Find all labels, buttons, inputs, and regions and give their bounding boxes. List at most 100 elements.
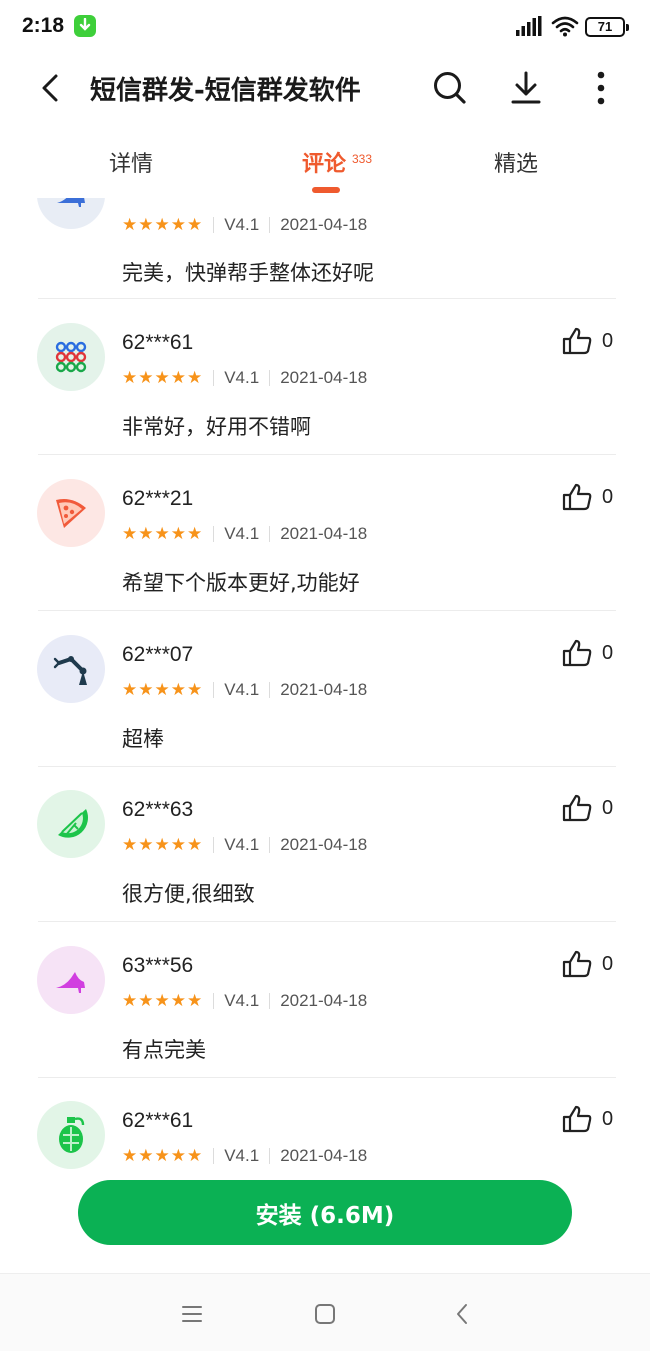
review-text: 有点完美 <box>122 1038 206 1062</box>
review-text: 希望下个版本更好,功能好 <box>122 571 360 595</box>
thumbs-up-icon <box>562 639 592 667</box>
like-count: 0 <box>602 796 614 819</box>
rating-stars: ★★★★★ <box>122 1146 204 1166</box>
menu-icon <box>182 1306 202 1322</box>
review-username: 62***21 <box>122 487 194 510</box>
like-button[interactable]: 0 <box>562 794 613 822</box>
signal-icon <box>516 16 542 40</box>
like-count: 0 <box>602 641 614 664</box>
list-item: 63***56 0 ★★★★★ V4.1 2021-04-18 有点完美 <box>0 922 650 1078</box>
install-button[interactable]: 安装 (6.6M) <box>78 1180 572 1245</box>
review-username: 62***61 <box>122 331 194 354</box>
list-item: ★★★★★ V4.1 2021-04-18 完美，快弹帮手整体还好呢 <box>0 198 650 299</box>
review-date: 2021-04-18 <box>280 680 368 699</box>
list-item: 62***21 0 ★★★★★ V4.1 2021-04-18 希望下个版本更好… <box>0 455 650 611</box>
thumbs-up-icon <box>562 1105 592 1133</box>
review-meta: ★★★★★ V4.1 2021-04-18 <box>122 679 367 701</box>
status-time: 2:18 <box>22 14 65 37</box>
thumbs-up-icon <box>562 483 592 511</box>
robot-arm-icon <box>37 635 105 703</box>
tab-details[interactable]: 详情 <box>109 146 153 178</box>
rating-stars: ★★★★★ <box>122 524 204 544</box>
back-chevron-icon <box>457 1304 467 1324</box>
rating-stars: ★★★★★ <box>122 991 204 1011</box>
thumbs-up-icon <box>562 327 592 355</box>
list-item: 62***07 0 ★★★★★ V4.1 2021-04-18 超棒 <box>0 611 650 767</box>
review-date: 2021-04-18 <box>280 1146 368 1165</box>
review-text: 超棒 <box>122 727 164 751</box>
review-date: 2021-04-18 <box>280 835 368 854</box>
review-date: 2021-04-18 <box>280 368 368 387</box>
review-meta: ★★★★★ V4.1 2021-04-18 <box>122 834 367 856</box>
back-nav-button[interactable] <box>448 1300 476 1328</box>
like-count: 0 <box>602 1107 614 1130</box>
review-meta: ★★★★★ V4.1 2021-04-18 <box>122 990 367 1012</box>
battery-level: 71 <box>597 19 613 34</box>
tab-featured[interactable]: 精选 <box>494 146 538 178</box>
status-bar: 2:18 71 <box>0 0 650 56</box>
more-vertical-icon <box>597 71 605 105</box>
back-arrow-icon <box>42 74 58 102</box>
review-username: 62***61 <box>122 1109 194 1132</box>
review-text: 完美，快弹帮手整体还好呢 <box>122 261 374 285</box>
active-tab-indicator <box>312 187 340 193</box>
review-list[interactable]: ★★★★★ V4.1 2021-04-18 完美，快弹帮手整体还好呢 62***… <box>0 198 650 1273</box>
thumbs-up-icon <box>562 794 592 822</box>
like-button[interactable]: 0 <box>562 639 613 667</box>
review-username: 62***07 <box>122 643 194 666</box>
review-version: V4.1 <box>224 368 260 387</box>
app-bar: 短信群发-短信群发软件 <box>0 56 650 126</box>
list-item: 62***63 0 ★★★★★ V4.1 2021-04-18 很方便,很细致 <box>0 766 650 922</box>
tab-bar: 详情 评论 333 精选 <box>0 128 650 198</box>
battery-icon: 71 <box>585 17 629 37</box>
like-button[interactable]: 0 <box>562 327 613 355</box>
thumbs-up-icon <box>562 950 592 978</box>
review-date: 2021-04-18 <box>280 524 368 543</box>
review-version: V4.1 <box>224 524 260 543</box>
like-button[interactable]: 0 <box>562 950 613 978</box>
review-version: V4.1 <box>224 991 260 1010</box>
review-date: 2021-04-18 <box>280 215 368 234</box>
review-version: V4.1 <box>224 1146 260 1165</box>
download-icon <box>511 71 541 104</box>
review-date: 2021-04-18 <box>280 991 368 1010</box>
beads-grid-icon <box>37 323 105 391</box>
like-count: 0 <box>602 329 614 352</box>
search-icon <box>434 72 466 104</box>
review-meta: ★★★★★ V4.1 2021-04-18 <box>122 1145 367 1167</box>
system-nav-bar <box>0 1273 650 1351</box>
like-count: 0 <box>602 952 614 975</box>
rating-stars: ★★★★★ <box>122 680 204 700</box>
app-title: 短信群发-短信群发软件 <box>90 76 361 106</box>
tab-reviews[interactable]: 评论 <box>302 146 346 178</box>
like-button[interactable]: 0 <box>562 1105 613 1133</box>
list-item: 62***61 0 ★★★★★ V4.1 2021-04-18 非常好，好用不错… <box>0 299 650 455</box>
review-meta: ★★★★★ V4.1 2021-04-18 <box>122 523 367 545</box>
home-square-icon <box>315 1304 335 1324</box>
download-notification-icon <box>74 15 96 37</box>
rating-stars: ★★★★★ <box>122 835 204 855</box>
rating-stars: ★★★★★ <box>122 368 204 388</box>
rating-stars: ★★★★★ <box>122 215 204 235</box>
more-options-button[interactable] <box>579 66 623 110</box>
home-nav-button[interactable] <box>311 1300 339 1328</box>
review-version: V4.1 <box>224 835 260 854</box>
review-username: 63***56 <box>122 954 194 977</box>
review-version: V4.1 <box>224 680 260 699</box>
high-heel-icon <box>37 946 105 1014</box>
like-count: 0 <box>602 485 614 508</box>
back-button[interactable] <box>30 66 70 110</box>
review-meta: ★★★★★ V4.1 2021-04-18 <box>122 367 367 389</box>
review-text: 非常好，好用不错啊 <box>122 415 311 439</box>
menu-nav-button[interactable] <box>178 1300 206 1328</box>
review-count-badge: 333 <box>352 152 373 166</box>
lime-slice-icon <box>37 790 105 858</box>
download-button[interactable] <box>504 66 548 110</box>
review-username: 62***63 <box>122 798 194 821</box>
wifi-icon <box>551 15 579 41</box>
like-button[interactable]: 0 <box>562 483 613 511</box>
review-meta: ★★★★★ V4.1 2021-04-18 <box>122 214 367 236</box>
high-heel-icon <box>37 198 105 229</box>
search-button[interactable] <box>428 66 472 110</box>
review-text: 很方便,很细致 <box>122 882 255 906</box>
